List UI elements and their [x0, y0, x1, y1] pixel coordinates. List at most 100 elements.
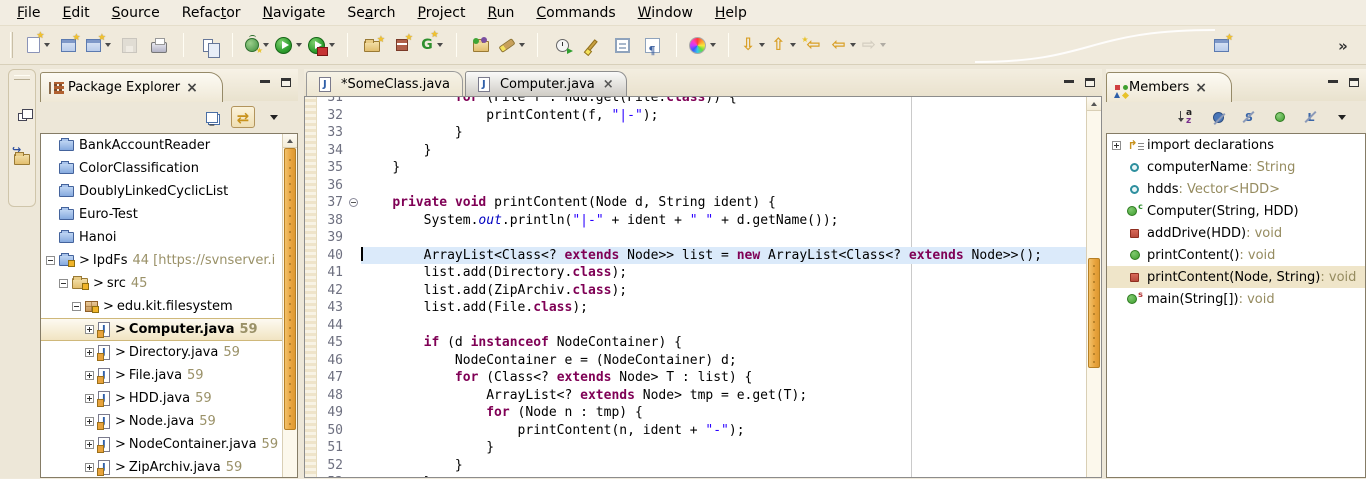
view-toolbar-button-link-with-editor[interactable]	[231, 106, 255, 128]
member-item-printcontent-[interactable]: printContent() : void	[1107, 244, 1365, 266]
dropdown-arrow-icon[interactable]	[263, 43, 269, 47]
code-line-31[interactable]: for (File f : hdd.get(File.class)) {	[361, 96, 1086, 107]
maximize-icon[interactable]	[1085, 78, 1095, 87]
tree-item-hdd-java[interactable]: >HDD.java59	[41, 387, 297, 410]
code-line-42[interactable]: list.add(ZipArchiv.class);	[361, 282, 1086, 300]
toolbar-button-print[interactable]	[147, 31, 171, 59]
member-item-computer-string-hdd-[interactable]: cComputer(String, HDD)	[1107, 200, 1365, 222]
code-line-53[interactable]: }	[361, 474, 1086, 477]
tree-item-node-java[interactable]: >Node.java59	[41, 410, 297, 433]
menubar-item-edit[interactable]: Edit	[51, 2, 100, 24]
dropdown-arrow-icon[interactable]	[437, 43, 443, 47]
toolbar-button-toolbar-overflow[interactable]	[1331, 32, 1355, 60]
code-line-44[interactable]	[361, 317, 1086, 335]
code-line-46[interactable]: NodeContainer e = (NodeContainer) d;	[361, 352, 1086, 370]
scrollbar-thumb[interactable]	[1088, 258, 1100, 368]
expander-minus-icon[interactable]	[59, 279, 68, 288]
toolbar-button-run[interactable]	[275, 31, 302, 59]
maximize-icon[interactable]	[1349, 78, 1359, 87]
toolbar-button-open-resource[interactable]	[196, 31, 220, 59]
member-item-hdds[interactable]: hdds : Vector<HDD>	[1107, 178, 1365, 200]
expander-plus-icon[interactable]	[85, 417, 94, 426]
close-icon[interactable]	[1195, 80, 1207, 96]
code-line-45[interactable]: if (d instanceof NodeContainer) {	[361, 334, 1086, 352]
member-item-adddrive-hdd-[interactable]: addDrive(HDD) : void	[1107, 222, 1365, 244]
scroll-up-icon[interactable]	[1087, 97, 1101, 111]
editor-tab--someclass-java[interactable]: *SomeClass.java	[306, 71, 463, 96]
code-line-35[interactable]: }	[361, 159, 1086, 177]
code-line-48[interactable]: ArrayList<? extends Node> tmp = e.get(T)…	[361, 387, 1086, 405]
tree-item-ziparchiv-java[interactable]: >ZipArchiv.java59	[41, 456, 297, 478]
member-item-import-declarations[interactable]: import declarations	[1107, 134, 1365, 156]
code-line-49[interactable]: for (Node n : tmp) {	[361, 404, 1086, 422]
code-line-52[interactable]: }	[361, 457, 1086, 475]
view-toolbar-button-view-menu[interactable]	[262, 106, 286, 128]
package-explorer-title-tab[interactable]: Package Explorer	[40, 72, 223, 102]
scrollbar-thumb[interactable]	[284, 148, 296, 430]
view-toolbar-button-hide-static-members[interactable]	[1237, 106, 1261, 128]
tree-item-euro-test[interactable]: Euro-Test	[41, 203, 297, 226]
minimize-icon[interactable]	[1064, 80, 1074, 83]
dropdown-arrow-icon[interactable]	[710, 43, 716, 47]
toolbar-drag-handle[interactable]	[10, 32, 13, 58]
menubar-item-project[interactable]: Project	[407, 2, 477, 24]
tree-item-doublylinkedcycliclist[interactable]: DoublyLinkedCyclicList	[41, 180, 297, 203]
code-line-51[interactable]: }	[361, 439, 1086, 457]
expander-plus-icon[interactable]	[1112, 141, 1121, 150]
tree-item-ipdfs[interactable]: >IpdFs44 [https://svnserver.i	[41, 249, 297, 272]
code-line-50[interactable]: printContent(n, ident + "-");	[361, 422, 1086, 440]
members-title-tab[interactable]: Members	[1106, 72, 1232, 102]
menubar-item-source[interactable]: Source	[101, 2, 171, 24]
tree-item-edu-kit-filesystem[interactable]: >edu.kit.filesystem	[41, 295, 297, 318]
toolbar-button-new-class[interactable]: G	[420, 31, 444, 59]
toolbar-button-last-edit-location[interactable]	[802, 31, 826, 59]
tree-item-nodecontainer-java[interactable]: >NodeContainer.java59	[41, 433, 297, 456]
expander-minus-icon[interactable]	[72, 302, 81, 311]
toolbar-button-previous-annotation[interactable]	[771, 31, 795, 59]
menubar-item-file[interactable]: File	[6, 2, 51, 24]
menubar-item-search[interactable]: Search	[336, 2, 406, 24]
tree-item-file-java[interactable]: >File.java59	[41, 364, 297, 387]
toolbar-button-debug[interactable]	[245, 31, 269, 59]
code-line-32[interactable]: printContent(f, "|-");	[361, 107, 1086, 125]
view-toolbar-button-show-public-members[interactable]	[1268, 106, 1292, 128]
expander-plus-icon[interactable]	[85, 440, 94, 449]
tree-item-hanoi[interactable]: Hanoi	[41, 226, 297, 249]
maximize-icon[interactable]	[281, 78, 291, 87]
code-line-34[interactable]: }	[361, 142, 1086, 160]
toolbar-button-color-palette[interactable]	[689, 31, 716, 59]
dropdown-arrow-icon[interactable]	[105, 43, 111, 47]
dropdown-arrow-icon[interactable]	[880, 43, 886, 47]
toolbar-button-scheduled-task[interactable]	[550, 31, 574, 59]
code-line-39[interactable]	[361, 229, 1086, 247]
code-line-36[interactable]	[361, 177, 1086, 195]
toolbar-button-new-package[interactable]	[390, 31, 414, 59]
expander-minus-icon[interactable]	[46, 256, 55, 265]
minimize-icon[interactable]	[1328, 80, 1338, 83]
menubar-item-navigate[interactable]: Navigate	[252, 2, 337, 24]
code-line-43[interactable]: list.add(File.class);	[361, 299, 1086, 317]
dropdown-arrow-icon[interactable]	[44, 43, 50, 47]
editor-tab-computer-java[interactable]: Computer.java	[465, 71, 627, 96]
expander-plus-icon[interactable]	[85, 371, 94, 380]
toolbar-button-new-fast-view[interactable]	[1209, 32, 1233, 60]
scroll-up-icon[interactable]	[283, 134, 297, 148]
menubar-item-window[interactable]: Window	[627, 2, 704, 24]
tree-item-src[interactable]: >src45	[41, 272, 297, 295]
code-line-40[interactable]: ArrayList<Class<? extends Node>> list = …	[361, 247, 1086, 265]
tree-item-directory-java[interactable]: >Directory.java59	[41, 341, 297, 364]
expander-plus-icon[interactable]	[85, 394, 94, 403]
dropdown-arrow-icon[interactable]	[790, 43, 796, 47]
tree-item-computer-java[interactable]: >Computer.java59	[41, 318, 297, 341]
dropdown-arrow-icon[interactable]	[850, 43, 856, 47]
toolbar-button-next-annotation[interactable]	[741, 31, 765, 59]
code-line-47[interactable]: for (Class<? extends Node> T : list) {	[361, 369, 1086, 387]
toolbar-button-search[interactable]	[499, 31, 525, 59]
menubar-item-help[interactable]: Help	[704, 2, 758, 24]
member-item-main-string-[interactable]: smain(String[]) : void	[1107, 288, 1365, 310]
expander-plus-icon[interactable]	[85, 325, 94, 334]
member-item-printcontent-node-string-[interactable]: printContent(Node, String) : void	[1107, 266, 1365, 288]
expander-plus-icon[interactable]	[85, 463, 94, 472]
toolbar-button-show-whitespace[interactable]	[640, 31, 664, 59]
code-line-33[interactable]: }	[361, 124, 1086, 142]
